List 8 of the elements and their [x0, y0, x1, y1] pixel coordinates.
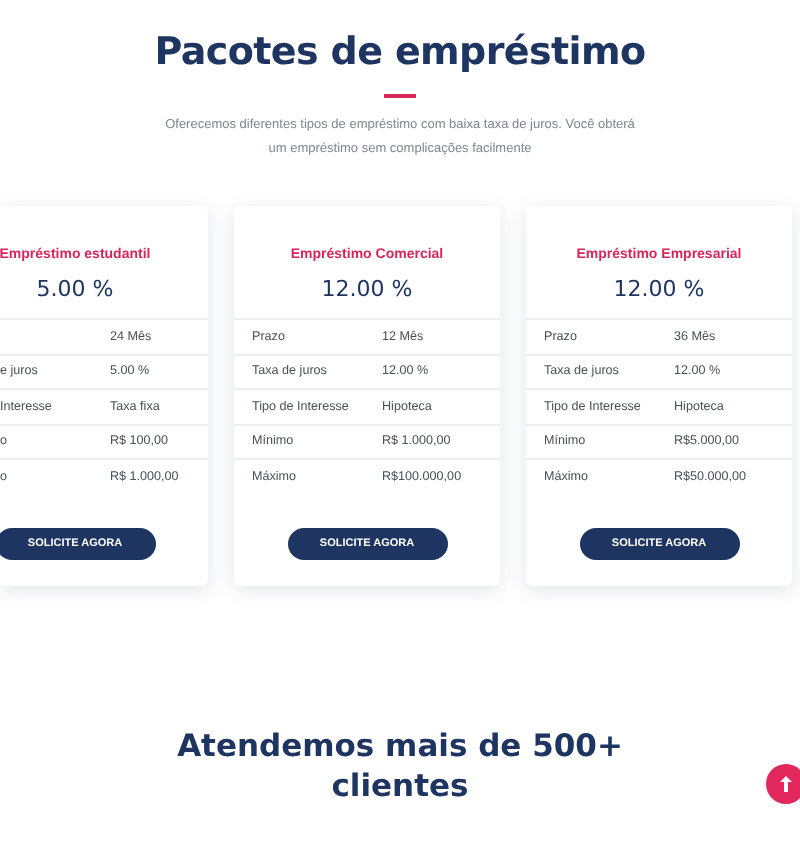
scroll-top-button[interactable] — [766, 764, 800, 804]
clients-heading: Atendemos mais de 500+ clientes — [175, 725, 625, 806]
section-title: Pacotes de empréstimo — [152, 28, 648, 76]
interest-rate: 12.00 % — [321, 276, 413, 303]
interest-rate: 5.00 % — [36, 276, 114, 303]
arrow-up-icon — [780, 776, 792, 792]
title-underline — [384, 94, 416, 98]
interest-rate: 12.00 % — [613, 276, 705, 303]
